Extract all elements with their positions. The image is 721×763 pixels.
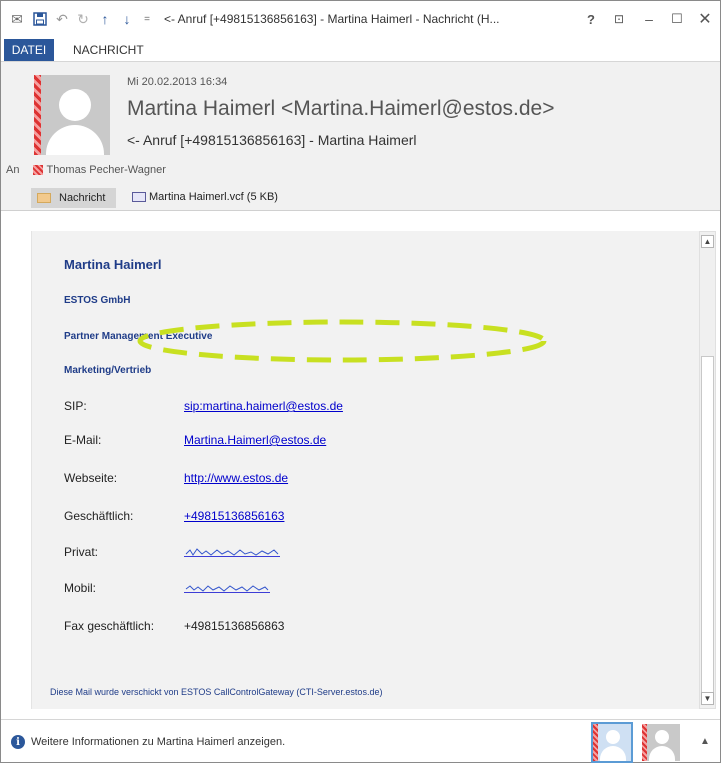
message-subject: <- Anruf [+49815136856163] - Martina Hai… [127, 132, 417, 148]
mobile-phone-redacted[interactable] [184, 583, 270, 593]
business-phone-label: Geschäftlich: [64, 509, 134, 523]
scroll-up-button[interactable]: ▲ [701, 235, 714, 248]
minimize-button[interactable]: – [638, 9, 660, 29]
vcard-icon [132, 192, 146, 202]
redo-icon[interactable]: ↻ [75, 11, 91, 27]
website-link[interactable]: http://www.estos.de [184, 471, 288, 485]
help-button[interactable]: ? [580, 9, 602, 29]
footer-note: Diese Mail wurde verschickt von ESTOS Ca… [50, 687, 383, 697]
contact-name: Martina Haimerl [64, 257, 162, 272]
next-item-icon[interactable]: ↓ [119, 11, 135, 27]
sender-avatar[interactable] [34, 75, 110, 155]
expand-people-pane-button[interactable]: ▲ [700, 736, 710, 747]
fax-number: +49815136856863 [184, 619, 285, 633]
info-icon: i [11, 735, 25, 749]
message-tab-label: Nachricht [59, 192, 106, 204]
to-label: An [6, 164, 20, 176]
envelope-icon [37, 193, 51, 203]
tab-message[interactable]: NACHRICHT [73, 43, 144, 57]
presence-icon [33, 165, 44, 175]
scroll-down-button[interactable]: ▼ [701, 692, 714, 705]
contact-avatar-selected[interactable] [591, 722, 633, 763]
window-title: <- Anruf [+49815136856163] - Martina Hai… [164, 12, 500, 26]
contact-company: ESTOS GmbH [64, 295, 131, 306]
save-icon[interactable] [32, 11, 48, 27]
envelope-icon[interactable]: ✉ [9, 11, 25, 27]
email-link[interactable]: Martina.Haimerl@estos.de [184, 433, 326, 447]
outlook-message-window: ✉ ↶ ↻ ↑ ↓ = <- Anruf [+49815136856163] -… [0, 0, 721, 763]
people-pane-bar: i Weitere Informationen zu Martina Haime… [1, 719, 720, 763]
message-body: Martina Haimerl ESTOS GmbH Partner Manag… [1, 211, 720, 719]
attachment-bar: Nachricht Martina Haimerl.vcf (5 KB) [1, 185, 720, 211]
vertical-scrollbar[interactable]: ▲ ▼ [699, 231, 716, 709]
website-label: Webseite: [64, 471, 118, 485]
private-phone-redacted[interactable] [184, 547, 280, 557]
contact-department: Marketing/Vertrieb [64, 365, 152, 376]
scroll-thumb[interactable] [701, 356, 714, 696]
maximize-button[interactable]: ☐ [666, 9, 688, 29]
customize-toolbar-icon[interactable]: = [141, 11, 153, 27]
contact-role: Partner Management Executive [64, 331, 213, 342]
contact-card: Martina Haimerl ESTOS GmbH Partner Manag… [31, 231, 699, 709]
recipient-row: An Thomas Pecher-Wagner [6, 164, 166, 176]
more-info-link[interactable]: Weitere Informationen zu Martina Haimerl… [31, 736, 285, 748]
previous-item-icon[interactable]: ↑ [97, 11, 113, 27]
sender-name[interactable]: Martina Haimerl <Martina.Haimerl@estos.d… [127, 97, 554, 121]
mobile-phone-label: Mobil: [64, 581, 97, 595]
contact-avatar[interactable] [642, 724, 680, 761]
close-button[interactable]: ✕ [694, 9, 716, 29]
recipient-name[interactable]: Thomas Pecher-Wagner [46, 164, 165, 176]
undo-icon[interactable]: ↶ [54, 11, 70, 27]
presence-indicator [34, 75, 41, 155]
ribbon-display-options-button[interactable]: ⊡ [608, 9, 630, 29]
vcf-attachment-label: Martina Haimerl.vcf (5 KB) [149, 191, 278, 203]
vcf-attachment[interactable]: Martina Haimerl.vcf (5 KB) [132, 191, 278, 203]
sip-link[interactable]: sip:martina.haimerl@estos.de [184, 399, 343, 413]
fax-label: Fax geschäftlich: [64, 619, 155, 633]
sent-date: Mi 20.02.2013 16:34 [127, 76, 228, 88]
message-header: Mi 20.02.2013 16:34 Martina Haimerl <Mar… [1, 62, 720, 185]
message-tab-button[interactable]: Nachricht [31, 188, 116, 208]
tab-file[interactable]: DATEI [4, 39, 54, 61]
email-label: E-Mail: [64, 433, 102, 447]
sip-label: SIP: [64, 399, 87, 413]
ribbon-tabs: DATEI NACHRICHT [1, 37, 720, 62]
private-phone-label: Privat: [64, 545, 99, 559]
title-bar: ✉ ↶ ↻ ↑ ↓ = <- Anruf [+49815136856163] -… [1, 1, 720, 37]
business-phone-link[interactable]: +49815136856163 [184, 509, 284, 523]
